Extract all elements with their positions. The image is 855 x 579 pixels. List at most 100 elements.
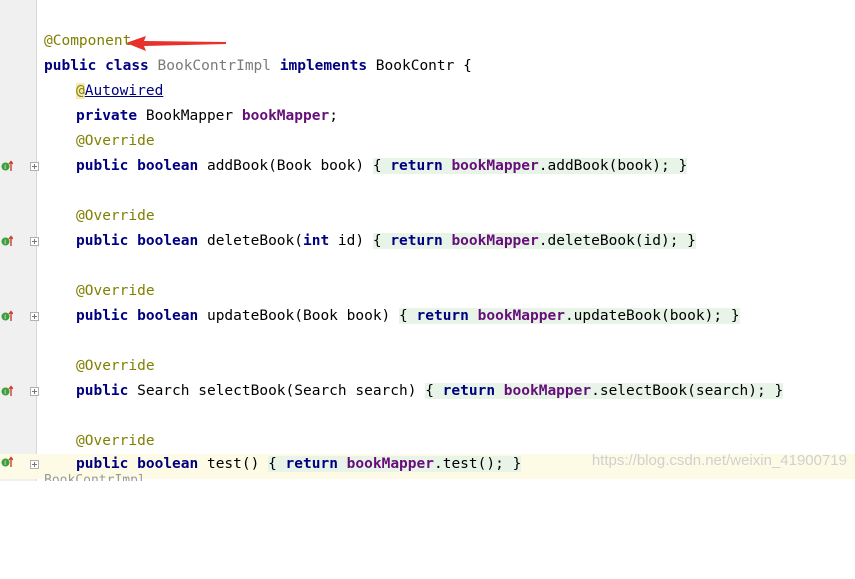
keyword: public [76, 233, 129, 249]
method-call: .addBook(book); [538, 158, 679, 174]
method-signature: addBook(Book book) [198, 158, 373, 174]
method-signature: id) [329, 233, 373, 249]
keyword: boolean [137, 233, 199, 249]
keyword: boolean [137, 158, 199, 174]
field-name: bookMapper [451, 233, 539, 249]
method-call: .test(); [433, 456, 513, 472]
override-annotation: @Override [76, 133, 155, 149]
keyword: return [442, 383, 496, 399]
folded-body[interactable]: { return bookMapper.deleteBook(id); } [372, 233, 696, 249]
method-deletebook: public boolean deleteBook(int id) { retu… [76, 229, 696, 254]
code-line-19-partial: BookContrImpl [44, 474, 146, 481]
brace: { [372, 233, 391, 249]
brace: } [774, 383, 784, 399]
code-line-8: @Override [0, 204, 855, 229]
code-editor[interactable]: @Component public class BookContrImpl im… [0, 0, 855, 481]
class-name: BookContrImpl [157, 58, 272, 74]
method-signature: test() [198, 456, 269, 472]
code-line-5: @Override [0, 129, 855, 154]
keyword: boolean [137, 456, 199, 472]
keyword: int [303, 233, 330, 249]
implements-method-icon[interactable]: I [1, 160, 13, 172]
semicolon: ; [329, 108, 338, 124]
folded-body[interactable]: { return bookMapper.selectBook(search); … [425, 383, 784, 399]
fold-toggle[interactable] [30, 162, 39, 171]
field-name: bookMapper [346, 456, 434, 472]
brace: } [512, 456, 522, 472]
override-annotation: @Override [76, 283, 155, 299]
code-line-2: public class BookContrImpl implements Bo… [0, 54, 855, 79]
keyword: boolean [137, 308, 199, 324]
method-call: .deleteBook(id); [538, 233, 688, 249]
keyword: return [390, 233, 443, 249]
code-line-4: private BookMapper bookMapper; [0, 104, 855, 129]
field-name: bookMapper [477, 308, 565, 324]
folded-body[interactable]: { return bookMapper.addBook(book); } [372, 158, 688, 174]
fold-toggle[interactable] [30, 460, 39, 469]
fold-toggle[interactable] [30, 312, 39, 321]
field-declaration: private BookMapper bookMapper; [76, 104, 338, 129]
method-selectbook: public Search selectBook(Search search) … [76, 379, 784, 404]
code-line-15: I public Search selectBook(Search search… [0, 379, 855, 404]
override-annotation: @Override [76, 358, 155, 374]
keyword: public [76, 158, 129, 174]
code-line-11: @Override [0, 279, 855, 304]
code-line-14: @Override [0, 354, 855, 379]
brace: { [454, 58, 472, 74]
keyword: private [76, 108, 138, 124]
keyword: public [76, 308, 129, 324]
code-line-9: I public boolean deleteBook(int id) { re… [0, 229, 855, 254]
method-updatebook: public boolean updateBook(Book book) { r… [76, 304, 740, 329]
method-addbook: public boolean addBook(Book book) { retu… [76, 154, 688, 179]
brace: { [268, 456, 286, 472]
autowired-link[interactable]: Autowired [85, 83, 164, 99]
keyword: class [105, 58, 149, 74]
implements-method-icon[interactable]: I [1, 310, 13, 322]
red-arrow-annotation [126, 36, 226, 51]
type-name: BookMapper [137, 108, 242, 124]
code-line-17: @Override [0, 429, 855, 454]
keyword: implements [279, 58, 368, 74]
folded-body[interactable]: { return bookMapper.test(); } [268, 456, 522, 472]
brace: } [678, 158, 688, 174]
implements-method-icon[interactable]: I [1, 456, 13, 468]
method-signature: Search selectBook(Search search) [128, 383, 426, 399]
keyword: public [76, 383, 129, 399]
fold-toggle[interactable] [30, 237, 39, 246]
fold-toggle[interactable] [30, 387, 39, 396]
method-signature: deleteBook( [198, 233, 303, 249]
override-annotation: @Override [76, 433, 155, 449]
folded-body[interactable]: { return bookMapper.updateBook(book); } [399, 308, 740, 324]
override-annotation: @Override [76, 208, 155, 224]
keyword: return [416, 308, 469, 324]
at-sign: @ [76, 83, 85, 99]
svg-text:I: I [4, 389, 6, 396]
brace: } [730, 308, 740, 324]
class-declaration: public class BookContrImpl implements Bo… [44, 54, 472, 79]
interface-name: BookContr [375, 58, 455, 74]
code-line-6: I public boolean addBook(Book book) { re… [0, 154, 855, 179]
svg-text:I: I [4, 164, 6, 171]
brace: { [399, 308, 417, 324]
method-call: .selectBook(search); [591, 383, 775, 399]
svg-text:I: I [4, 314, 6, 321]
method-signature: updateBook(Book book) [198, 308, 400, 324]
component-annotation: @Component [44, 33, 132, 49]
brace: } [687, 233, 696, 249]
field-name: bookMapper [503, 383, 592, 399]
brace: { [425, 383, 443, 399]
watermark-text: https://blog.csdn.net/weixin_41900719 [591, 452, 847, 469]
field-name: bookMapper [241, 108, 330, 124]
field-name: bookMapper [451, 158, 539, 174]
svg-text:I: I [4, 460, 6, 467]
svg-text:I: I [4, 239, 6, 246]
keyword: return [285, 456, 338, 472]
autowired-annotation: @Autowired [76, 79, 163, 104]
method-call: .updateBook(book); [564, 308, 731, 324]
brace: { [372, 158, 391, 174]
keyword: public [44, 58, 97, 74]
code-line-3: @Autowired [0, 79, 855, 104]
implements-method-icon[interactable]: I [1, 235, 13, 247]
keyword: public [76, 456, 129, 472]
implements-method-icon[interactable]: I [1, 385, 13, 397]
